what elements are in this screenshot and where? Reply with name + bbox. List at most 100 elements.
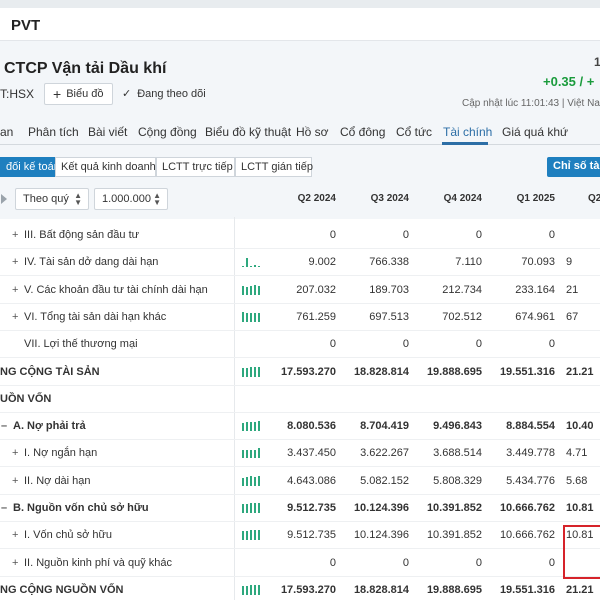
cell-value: 0 (329, 338, 336, 351)
row-label: VII. Lợi thế thương mại (24, 338, 138, 350)
cell-value: 0 (475, 556, 482, 569)
nav-item-technical-chart[interactable]: Biểu đồ kỹ thuật (205, 125, 291, 139)
sparkline-bar (254, 530, 256, 541)
cell-value: 10.391.852 (426, 529, 482, 542)
nav-item[interactable]: an (0, 125, 13, 139)
column-header: Q1 2025 (516, 193, 555, 204)
cell-value: 697.513 (369, 310, 409, 323)
financial-ratios-button[interactable]: Chỉ số tài c (547, 157, 600, 177)
nav-item-finance[interactable]: Tài chính (443, 125, 492, 139)
table-row[interactable]: + II. Nợ dài hạn 4.643.086 5.082.152 5.808.3… (0, 468, 600, 495)
cell-value: 10.391.852 (426, 502, 482, 514)
sparkline-bar (250, 366, 252, 377)
cell-value: 766.338 (369, 256, 409, 269)
row-label: + V. Các khoản đầu tư tài chính dài hạn (12, 284, 208, 296)
price-fragment: 1 (594, 55, 600, 69)
sparkline-bar (242, 266, 244, 268)
collapse-icon[interactable]: – (1, 502, 13, 514)
table-row[interactable]: + I. Nợ ngắn hạn 3.437.450 3.622.267 3.688.5… (0, 440, 600, 468)
expand-icon[interactable]: + (12, 311, 24, 323)
sparkline-bar (250, 503, 252, 513)
cell-value: 19.551.316 (499, 583, 555, 596)
expand-icon[interactable]: + (12, 529, 24, 541)
cell-value: 3.437.450 (287, 447, 336, 460)
sparkline-bar (254, 312, 256, 322)
nav-item-dividends[interactable]: Cổ tức (396, 125, 432, 139)
cell-value: 8.884.554 (506, 420, 555, 433)
chart-button[interactable]: + Biểu đồ (44, 83, 113, 105)
unit-select[interactable]: 1.000.000 ▲ ▼ (94, 188, 168, 210)
expand-icon[interactable]: + (12, 284, 24, 296)
sparkline-bar (242, 477, 244, 486)
cell-value: 67 (566, 310, 579, 323)
row-label-text: NG CỘNG TÀI SẢN (0, 365, 100, 378)
cell-value: 70.093 (521, 256, 555, 269)
expand-icon[interactable]: + (12, 229, 24, 241)
cell-value: 21 (566, 283, 579, 296)
chart-button-label: Biểu đồ (66, 88, 104, 100)
table-row[interactable]: – B. Nguồn vốn chủ sở hữu 9.512.735 10.124.… (0, 495, 600, 522)
sparkline-chart (242, 366, 262, 377)
nav-item-analysis[interactable]: Phân tích (28, 125, 79, 139)
cell-value: 5.082.152 (360, 474, 409, 487)
unit-select-value: 1.000.000 (102, 193, 151, 205)
row-label-text: V. Các khoản đầu tư tài chính dài hạn (24, 283, 208, 296)
table-row[interactable]: + IV. Tài sản dở dang dài hạn 9.002 766.338… (0, 249, 600, 277)
cell-value: 3.622.267 (360, 447, 409, 460)
sparkline-bar (258, 530, 260, 541)
column-header: Q2 (588, 193, 600, 204)
table-row[interactable]: + VI. Tổng tài sản dài hạn khác 761.259 697… (0, 304, 600, 331)
expand-icon[interactable]: + (12, 447, 24, 459)
table-row[interactable]: + I. Vốn chủ sở hữu 9.512.735 10.124.396 10.… (0, 522, 600, 550)
tab-income-statement[interactable]: Kết quả kinh doanh (55, 157, 156, 177)
sparkline-chart (242, 421, 262, 432)
cell-value: 0 (402, 556, 409, 569)
sparkline-bar (254, 422, 256, 432)
sparkline-bar (242, 450, 244, 459)
sort-caret-icon: ▲ ▼ (153, 191, 161, 207)
tab-cashflow-indirect[interactable]: LCTT gián tiếp (235, 157, 313, 177)
last-updated: Cập nhật lúc 11:01:43 | Việt Nam (462, 98, 600, 109)
table-row[interactable]: – A. Nợ phải trả 8.080.536 8.704.419 9.496.8… (0, 413, 600, 441)
collapse-arrow-icon[interactable] (1, 194, 7, 204)
nav-item-price-history[interactable]: Giá quá khứ (502, 125, 568, 139)
sparkline-bar (254, 265, 256, 268)
cell-value: 10.81 (566, 502, 594, 514)
cell-value: 19.888.695 (426, 583, 482, 596)
table-row[interactable]: + V. Các khoản đầu tư tài chính dài hạn 20… (0, 277, 600, 304)
row-label-text: A. Nợ phải trả (13, 420, 86, 433)
cell-value: 9 (566, 256, 573, 269)
tab-cashflow-direct[interactable]: LCTT trực tiếp (156, 157, 235, 177)
tab-balance-sheet[interactable]: đối kế toán (0, 157, 60, 177)
sparkline-bar (254, 476, 256, 486)
table-row: VII. Lợi thế thương mại 0 0 0 0 (0, 331, 600, 359)
row-label-text: I. Vốn chủ sở hữu (24, 529, 112, 542)
sparkline-bar (242, 585, 244, 595)
highlight-box (563, 525, 600, 579)
price-change: +0.35 / + (543, 74, 595, 89)
table-row[interactable]: + II. Nguồn kinh phí và quỹ khác 0 0 0 0 (0, 550, 600, 577)
period-select-value: Theo quý (23, 193, 69, 205)
expand-icon[interactable]: + (12, 256, 24, 268)
sparkline-bar (242, 285, 244, 295)
expand-icon[interactable]: + (12, 557, 24, 569)
nav-item-community[interactable]: Cộng đồng (138, 125, 197, 139)
collapse-icon[interactable]: – (1, 420, 13, 432)
sparkline-bar (246, 422, 248, 432)
row-label: – B. Nguồn vốn chủ sở hữu (1, 502, 149, 514)
period-select[interactable]: Theo quý ▲ ▼ (15, 188, 89, 210)
cell-value: 189.703 (369, 283, 409, 296)
expand-icon[interactable]: + (12, 475, 24, 487)
row-label: NG CỘNG NGUỒN VỐN (0, 584, 123, 596)
nav-item-shareholders[interactable]: Cổ đông (340, 125, 385, 139)
table-row: NG CỘNG TÀI SẢN 17.593.270 18.828.814 19.88… (0, 359, 600, 386)
company-name: CTCP Vận tải Dầu khí (4, 60, 167, 77)
row-label: NG CỘNG TÀI SẢN (0, 366, 100, 378)
table-row[interactable]: + III. Bất động sản đầu tư 0 0 0 0 (0, 222, 600, 249)
follow-toggle[interactable]: ✓ Đang theo dõi (122, 87, 206, 101)
nav-item-articles[interactable]: Bài viết (88, 125, 127, 139)
cell-value: 0 (402, 229, 409, 241)
row-label-text: IV. Tài sản dở dang dài hạn (24, 256, 159, 269)
cell-value: 21.21 (566, 583, 594, 596)
nav-item-profile[interactable]: Hồ sơ (296, 125, 329, 139)
